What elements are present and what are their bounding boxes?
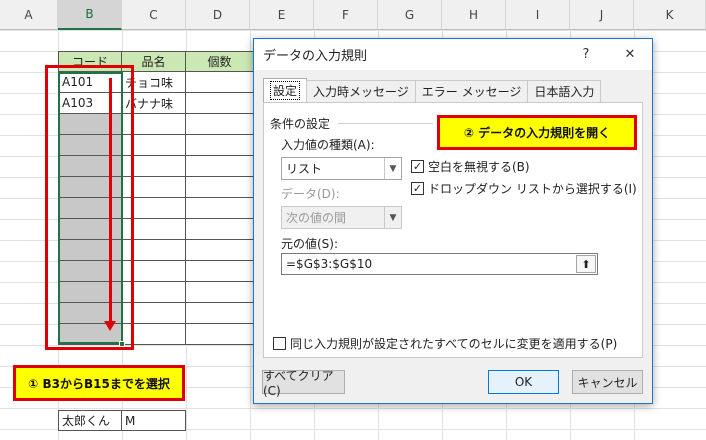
column-header-g[interactable]: G: [378, 0, 442, 30]
cancel-button[interactable]: キャンセル: [572, 370, 643, 394]
callout-step2: ② データの入力規則を開く: [437, 115, 637, 150]
table-cell[interactable]: [186, 114, 254, 135]
table-cell[interactable]: [186, 198, 254, 219]
cell-qty-header[interactable]: 個数: [186, 51, 254, 72]
table-cell[interactable]: [186, 324, 254, 345]
checkbox-checked-icon: ✓: [411, 160, 424, 173]
checkbox-unchecked-icon: [273, 337, 286, 350]
grid-row-line: [0, 408, 706, 409]
in-cell-dropdown-checkbox[interactable]: ✓ ドロップダウン リストから選択する(I): [411, 180, 637, 197]
tab-ime-mode[interactable]: 日本語入力: [527, 80, 602, 102]
table-cell[interactable]: [186, 177, 254, 198]
column-header-h[interactable]: H: [442, 0, 506, 30]
fill-handle[interactable]: [119, 341, 125, 347]
data-select[interactable]: 次の値の間 ▼: [281, 206, 402, 229]
table-cell[interactable]: [186, 156, 254, 177]
column-header-j[interactable]: J: [570, 0, 634, 30]
section-title: 条件の設定: [270, 117, 331, 131]
column-header-f[interactable]: F: [314, 0, 378, 30]
table-cell[interactable]: [186, 282, 254, 303]
column-header-a[interactable]: A: [0, 0, 58, 30]
active-selection-border: [58, 72, 123, 344]
column-header-d[interactable]: D: [186, 0, 250, 30]
grid-row-line: [0, 30, 706, 31]
column-header-k[interactable]: K: [634, 0, 706, 30]
tab-input-message[interactable]: 入力時メッセージ: [306, 80, 416, 102]
cell-d4[interactable]: [186, 93, 254, 114]
column-header-b[interactable]: B: [58, 0, 122, 30]
apply-all-checkbox[interactable]: 同じ入力規則が設定されたすべてのセルに変更を適用する(P): [273, 335, 617, 352]
column-header-c[interactable]: C: [122, 0, 186, 30]
cell-bottom-name[interactable]: 太郎くん: [58, 410, 122, 431]
tab-settings[interactable]: 設定: [263, 78, 308, 102]
column-header-e[interactable]: E: [250, 0, 314, 30]
tab-error-alert[interactable]: エラー メッセージ: [414, 80, 529, 102]
section-divider: [338, 123, 433, 124]
table-cell[interactable]: [186, 261, 254, 282]
data-validation-dialog: データの入力規則 ? ✕ 設定 入力時メッセージ エラー メッセージ 日本語入力…: [253, 38, 653, 404]
close-icon[interactable]: ✕: [608, 39, 652, 70]
column-header-i[interactable]: I: [506, 0, 570, 30]
excel-window: A B C D E F G H I J K コード 品名 個数 A101 チョコ…: [0, 0, 706, 440]
allow-label: 入力値の種類(A):: [281, 138, 375, 152]
help-button[interactable]: ?: [564, 39, 608, 70]
checkbox-checked-icon: ✓: [411, 182, 424, 195]
table-cell[interactable]: [186, 303, 254, 324]
collapse-dialog-icon[interactable]: ⬆: [576, 255, 596, 273]
clear-all-button[interactable]: すべてクリア(C): [262, 369, 345, 398]
chevron-down-icon: ▼: [384, 207, 401, 228]
dialog-title: データの入力規則: [263, 49, 368, 64]
chevron-down-icon: ▼: [384, 158, 401, 179]
table-cell[interactable]: [186, 219, 254, 240]
callout-step1: ① B3からB15までを選択: [13, 365, 185, 401]
table-cell[interactable]: [186, 135, 254, 156]
table-cell[interactable]: [186, 240, 254, 261]
source-label: 元の値(S):: [281, 237, 339, 251]
cell-bottom-value[interactable]: M: [122, 410, 186, 431]
ok-button[interactable]: OK: [488, 370, 559, 394]
ignore-blank-checkbox[interactable]: ✓ 空白を無視する(B): [411, 158, 530, 175]
dialog-tabs: 設定 入力時メッセージ エラー メッセージ 日本語入力: [263, 78, 602, 102]
source-input[interactable]: =$G$3:$G$10 ⬆: [281, 253, 598, 275]
dialog-titlebar[interactable]: データの入力規則 ? ✕: [254, 39, 652, 70]
cell-d3[interactable]: [186, 72, 254, 93]
data-label: データ(D):: [281, 187, 340, 201]
allow-select[interactable]: リスト ▼: [281, 157, 402, 180]
